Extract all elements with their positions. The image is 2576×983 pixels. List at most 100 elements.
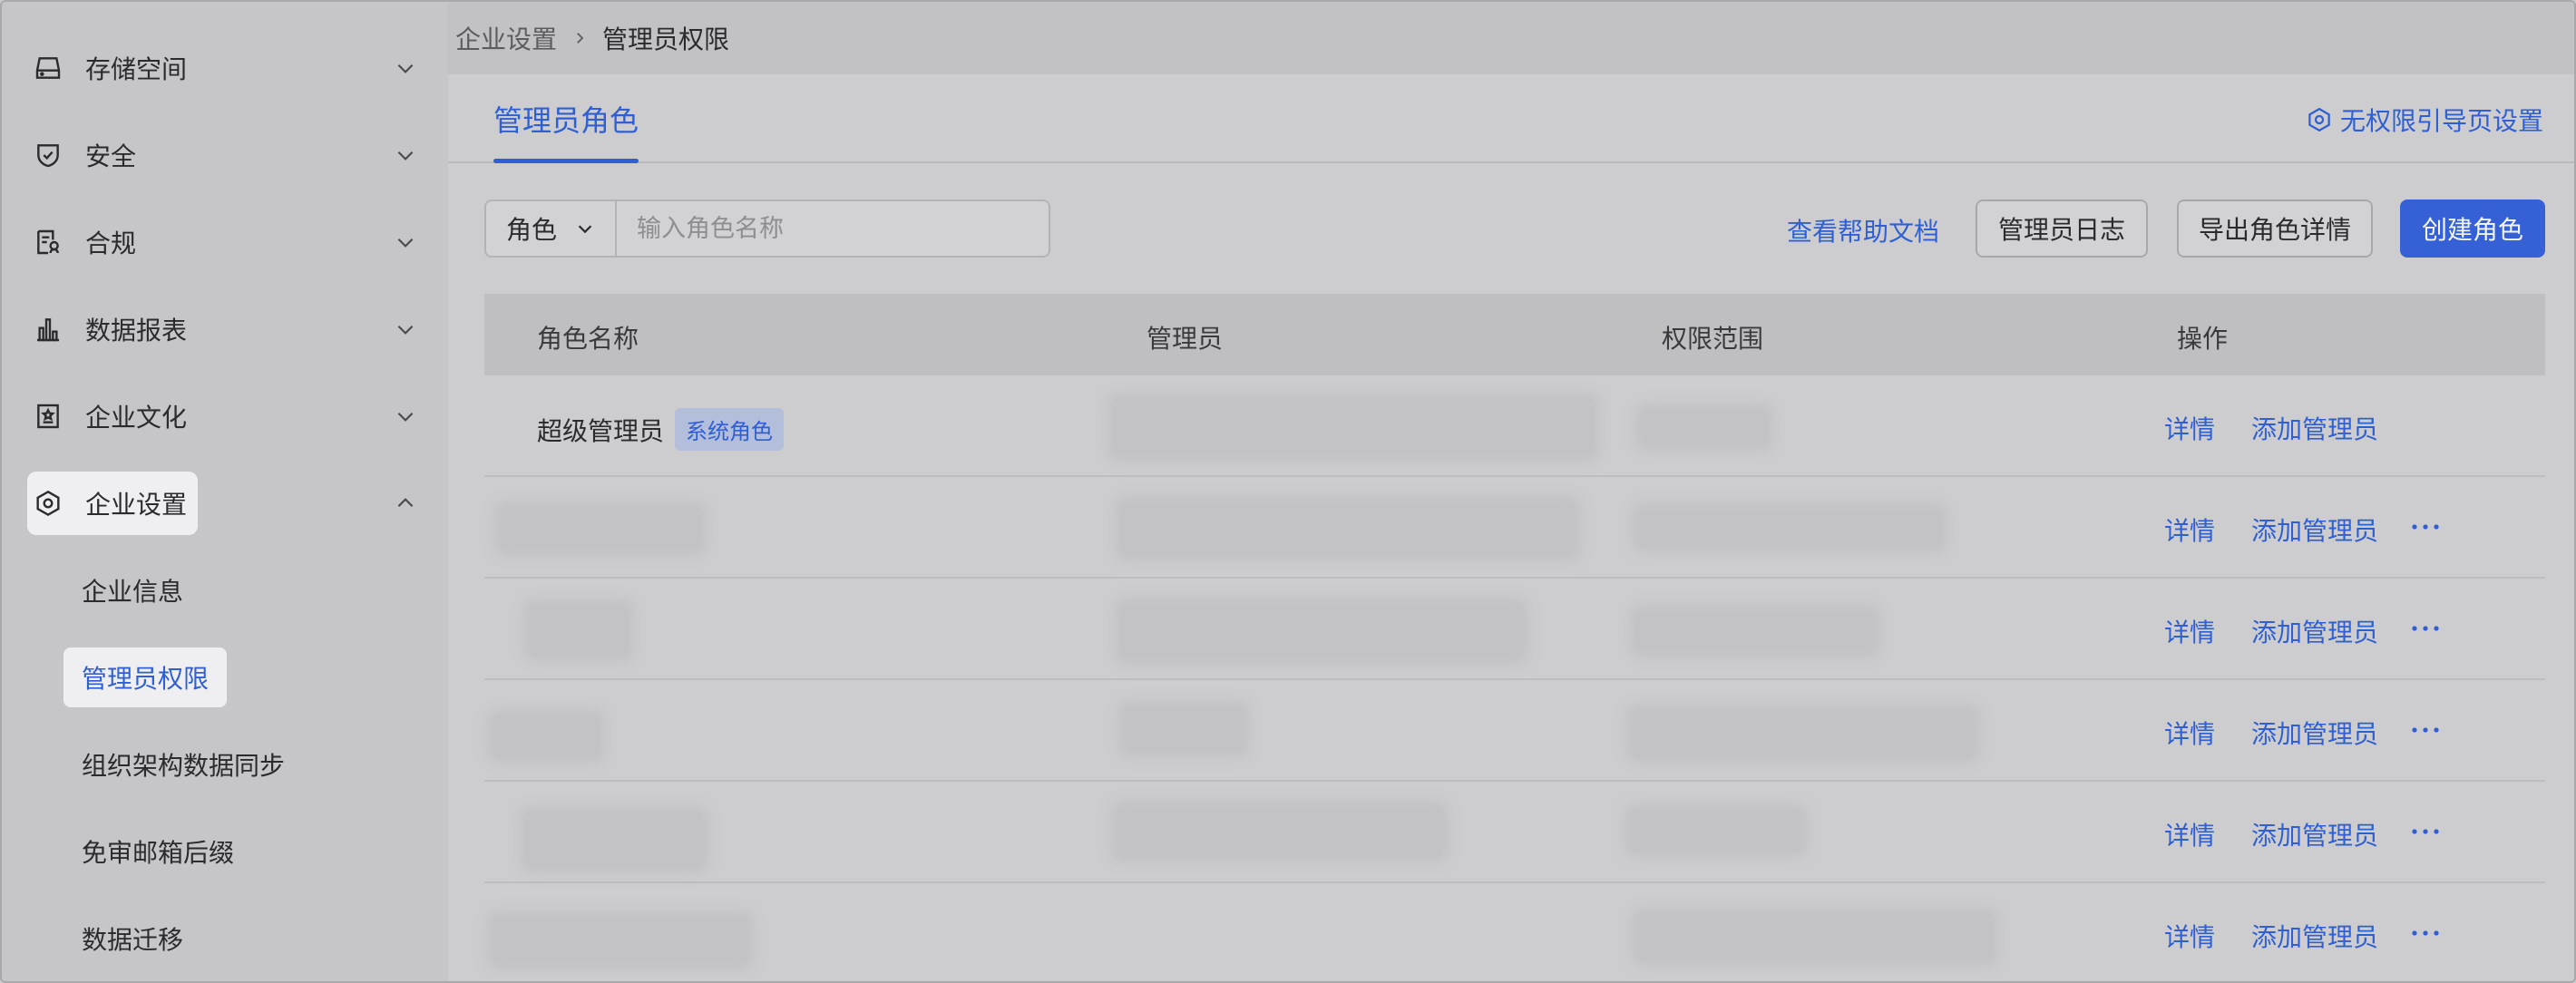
blurred-scope: [1636, 611, 1874, 651]
role-name-cell: 超级管理员 系统角色: [537, 408, 785, 451]
column-header-actions: 操作: [2177, 324, 2229, 354]
blurred-admins: [1125, 707, 1243, 751]
sidebar-subitem-org-sync[interactable]: 组织架构数据同步: [63, 735, 303, 794]
sidebar-subitem-exempt-email[interactable]: 免审邮箱后缀: [63, 822, 252, 881]
table-row: 超级管理员 系统角色 详情 添加管理员: [484, 375, 2545, 477]
table-row: 详情 添加管理员: [484, 477, 2545, 579]
add-admin-link[interactable]: 添加管理员: [2251, 715, 2378, 751]
role-filter: 角色: [484, 200, 1050, 258]
sidebar-item-enterprise-settings[interactable]: 企业设置: [27, 472, 414, 535]
compliance-icon: [33, 227, 63, 258]
table-row: 详情 添加管理员: [484, 680, 2545, 782]
chevron-right-icon: [577, 33, 584, 44]
more-icon[interactable]: [2409, 716, 2442, 744]
filter-type-select[interactable]: 角色: [486, 201, 617, 256]
sidebar-subitem-data-migration[interactable]: 数据迁移: [63, 909, 201, 968]
sidebar-subitem-admin-permissions[interactable]: 管理员权限: [63, 647, 228, 707]
detail-link[interactable]: 详情: [2164, 410, 2215, 446]
bar-chart-icon: [33, 314, 63, 345]
content-panel: 管理员角色 无权限引导页设置 角色 查看帮助文档 管理员日志 导出角色详情: [448, 74, 2574, 981]
role-search-input[interactable]: [617, 201, 1049, 256]
table-row: 详情 添加管理员: [484, 883, 2545, 981]
blurred-role-name: [501, 508, 700, 550]
sidebar-subitem-enterprise-info[interactable]: 企业信息: [63, 560, 201, 620]
more-icon[interactable]: [2409, 920, 2442, 947]
sidebar-item-label: 合规: [85, 229, 137, 258]
blurred-scope: [1631, 811, 1801, 851]
gear-icon: [2308, 107, 2330, 132]
column-header-scope: 权限范围: [1662, 324, 1764, 354]
main-area: 企业设置 管理员权限 管理员角色 无权限引导页设置 角色 输入角色名称 查看帮助…: [448, 2, 2574, 981]
sidebar-item-label: 存储空间: [85, 54, 188, 84]
detail-link[interactable]: 详情: [2164, 511, 2215, 548]
blurred-scope: [1638, 914, 1992, 959]
roles-table: 角色名称 管理员 权限范围 操作 超级管理员 系统角色 详情 添加管理员 详情 …: [484, 294, 2545, 981]
system-role-tag: 系统角色: [675, 408, 785, 451]
blurred-admins: [1114, 399, 1593, 455]
help-docs-link[interactable]: 查看帮助文档: [1787, 212, 1939, 248]
breadcrumb: 企业设置 管理员权限: [448, 2, 2574, 74]
admin-log-button[interactable]: 管理员日志: [1976, 200, 2148, 258]
table-row: 详情 添加管理员: [484, 579, 2545, 680]
sidebar-item-label: 企业设置: [85, 490, 188, 520]
sidebar-item-compliance[interactable]: 合规: [27, 210, 417, 274]
breadcrumb-parent[interactable]: 企业设置: [455, 20, 557, 56]
more-icon[interactable]: [2409, 615, 2442, 642]
more-icon[interactable]: [2409, 818, 2442, 845]
add-admin-link[interactable]: 添加管理员: [2251, 816, 2378, 852]
detail-link[interactable]: 详情: [2164, 918, 2215, 954]
chevron-down-icon: [397, 412, 414, 422]
chevron-down-icon: [397, 238, 414, 248]
no-permission-guide-link[interactable]: 无权限引导页设置: [2306, 102, 2543, 138]
app-window: 存储空间 安全 合规 数据报表 企业文化 企业设置 企业信息 管理员权限 组织架…: [0, 0, 2576, 983]
blurred-admins: [1121, 604, 1522, 658]
chevron-down-icon: [397, 151, 414, 161]
detail-link[interactable]: 详情: [2164, 613, 2215, 649]
sidebar-item-label: 企业文化: [85, 403, 188, 433]
blurred-role-name: [526, 813, 702, 867]
detail-link[interactable]: 详情: [2164, 715, 2215, 751]
sidebar-item-storage[interactable]: 存储空间: [27, 36, 417, 100]
column-header-name: 角色名称: [537, 324, 639, 354]
column-header-admins: 管理员: [1147, 324, 1224, 354]
blurred-role-name: [530, 606, 628, 655]
sidebar-item-label: 安全: [85, 141, 137, 171]
blurred-scope: [1633, 711, 1974, 756]
detail-link[interactable]: 详情: [2164, 816, 2215, 852]
more-icon[interactable]: [2409, 513, 2442, 540]
guide-link-label: 无权限引导页设置: [2339, 106, 2543, 136]
shield-icon: [33, 140, 63, 170]
create-role-button[interactable]: 创建角色: [2400, 200, 2545, 258]
chevron-down-icon: [578, 225, 592, 234]
sidebar-item-culture[interactable]: 企业文化: [27, 384, 417, 448]
sidebar-item-label: 数据报表: [85, 316, 188, 346]
sidebar-item-reports[interactable]: 数据报表: [27, 297, 417, 361]
breadcrumb-current: 管理员权限: [602, 24, 730, 54]
blurred-role-name: [493, 716, 599, 756]
table-row: 详情 添加管理员: [484, 782, 2545, 883]
export-role-details-button[interactable]: 导出角色详情: [2177, 200, 2373, 258]
blurred-admins: [1117, 807, 1442, 856]
add-admin-link[interactable]: 添加管理员: [2251, 918, 2378, 954]
chevron-down-icon: [397, 325, 414, 335]
storage-icon: [33, 53, 63, 83]
add-admin-link[interactable]: 添加管理员: [2251, 410, 2378, 446]
chevron-down-icon: [397, 63, 414, 73]
table-header: 角色名称 管理员 权限范围 操作: [484, 294, 2545, 375]
blurred-scope: [1642, 410, 1767, 444]
tab-bar: 管理员角色 无权限引导页设置: [448, 74, 2574, 163]
filter-type-value: 角色: [506, 215, 558, 245]
blurred-admins: [1121, 502, 1575, 555]
sidebar-item-security[interactable]: 安全: [27, 123, 417, 187]
blurred-role-name: [493, 918, 747, 963]
role-name: 超级管理员: [537, 415, 665, 446]
culture-icon: [33, 401, 63, 432]
add-admin-link[interactable]: 添加管理员: [2251, 613, 2378, 649]
blurred-scope: [1638, 510, 1941, 546]
add-admin-link[interactable]: 添加管理员: [2251, 511, 2378, 548]
hexagon-gear-icon: [33, 488, 63, 519]
tab-active-indicator: [493, 159, 639, 163]
sidebar: 存储空间 安全 合规 数据报表 企业文化 企业设置 企业信息 管理员权限 组织架…: [2, 2, 448, 981]
tab-admin-roles[interactable]: 管理员角色: [493, 74, 639, 163]
chevron-up-icon: [397, 498, 414, 508]
